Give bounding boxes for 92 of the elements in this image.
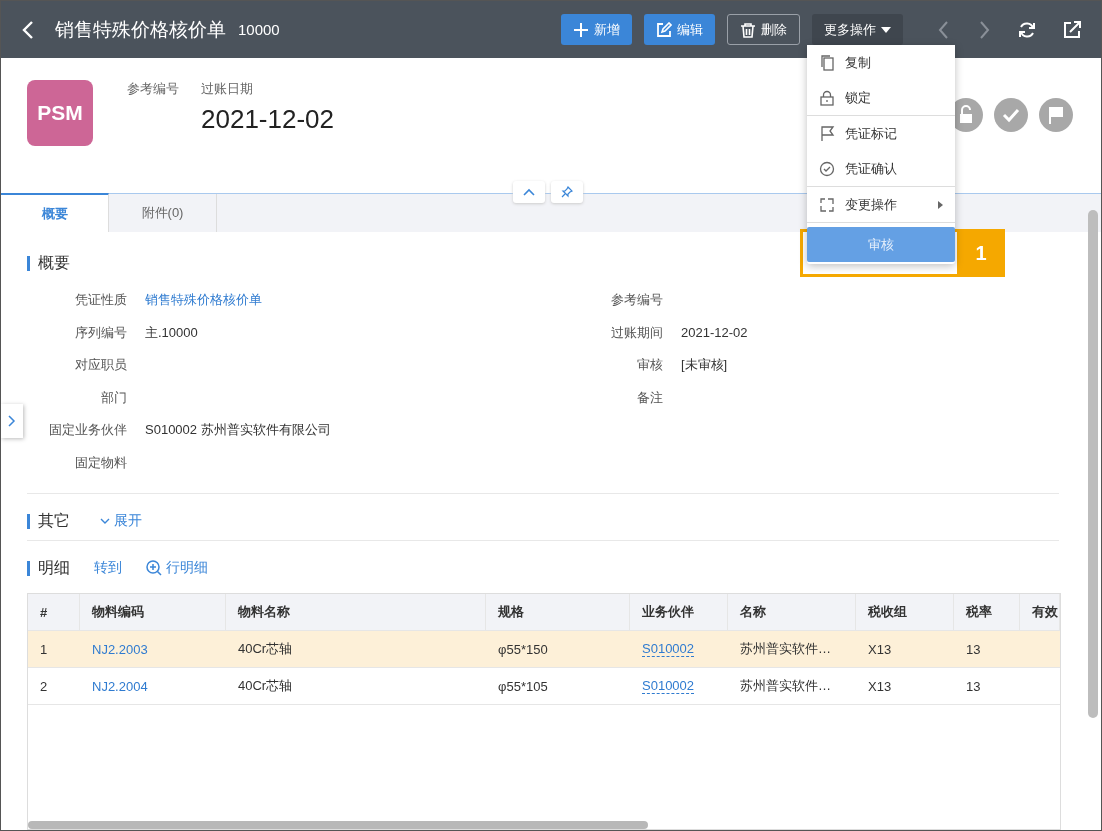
toolbar-button[interactable]: 编辑 <box>644 14 715 45</box>
table-cell: 苏州普实软件… <box>740 640 831 658</box>
field-label: 对应职员 <box>74 356 127 375</box>
column-header: 物料名称 <box>226 594 486 630</box>
tab[interactable]: 概要 <box>1 193 109 232</box>
field-value: 主.10000 <box>145 323 198 342</box>
field-value: S010002 苏州普实软件有限公司 <box>145 421 331 440</box>
table-cell: φ55*150 <box>498 641 548 657</box>
document-type-badge: PSM <box>27 80 93 146</box>
caret-icon <box>881 26 891 33</box>
table-cell: 40Cr芯轴 <box>238 640 293 658</box>
field-label: 参考编号 <box>610 291 663 310</box>
collapse-button[interactable] <box>513 181 545 203</box>
toolbar-button[interactable]: 删除 <box>727 14 800 45</box>
expand-link[interactable]: 展开 <box>100 512 142 530</box>
field-label: 部门 <box>100 388 127 407</box>
zoom-in-icon <box>146 560 162 576</box>
section-title: 明细 <box>38 557 70 578</box>
trash-icon <box>740 21 756 38</box>
expand-sidebar-button[interactable] <box>1 404 23 438</box>
table-cell: 40Cr芯轴 <box>238 677 293 695</box>
menu-item[interactable]: 锁定 <box>807 80 955 115</box>
section-title: 其它 <box>38 510 70 531</box>
chevron-right-icon <box>8 415 16 427</box>
table-cell: 苏州普实软件… <box>740 677 831 695</box>
menu-item[interactable]: 变更操作 <box>807 187 955 222</box>
menu-item[interactable]: 凭证标记 <box>807 116 955 151</box>
check-icon <box>819 160 835 177</box>
submenu-arrow-icon <box>938 200 943 209</box>
copy-icon <box>819 54 835 71</box>
column-header: 名称 <box>728 594 856 630</box>
field-label: 凭证性质 <box>74 291 127 310</box>
plus-icon <box>573 21 589 38</box>
field-label: 固定物料 <box>74 453 127 472</box>
table-cell: 13 <box>966 678 981 694</box>
table-cell: X13 <box>868 678 892 694</box>
horizontal-scrollbar[interactable] <box>28 821 648 829</box>
table-cell: φ55*105 <box>498 678 548 694</box>
column-header: 有效 <box>1020 594 1060 630</box>
table-cell: X13 <box>868 641 892 657</box>
document-number: 10000 <box>238 21 280 38</box>
row-detail-link[interactable]: 行明细 <box>146 559 208 577</box>
table-cell: 2 <box>40 678 48 694</box>
lock-icon <box>819 89 835 106</box>
callout-number: 1 <box>957 229 1005 277</box>
pin-icon <box>561 186 573 198</box>
menu-item[interactable]: 复制 <box>807 45 955 80</box>
pin-button[interactable] <box>551 181 583 203</box>
flag-icon <box>1039 98 1073 132</box>
menu-item[interactable]: 凭证确认 <box>807 151 955 186</box>
cell-link[interactable]: S010002 <box>642 641 695 657</box>
column-header: 税率 <box>954 594 1020 630</box>
chevron-up-icon <box>523 188 535 196</box>
back-icon[interactable] <box>21 18 35 41</box>
next-icon[interactable] <box>977 19 991 40</box>
field-label: 过账期间 <box>610 323 663 342</box>
edit-icon <box>656 21 672 38</box>
open-external-icon[interactable] <box>1063 20 1081 39</box>
table-cell: 1 <box>40 641 48 657</box>
menu-item[interactable]: 审核 <box>807 227 955 262</box>
field-value: [未审核] <box>681 356 728 375</box>
column-header: 物料编码 <box>80 594 226 630</box>
column-header: 业务伙伴 <box>630 594 728 630</box>
section-title: 概要 <box>38 252 70 273</box>
field-label: 序列编号 <box>74 323 127 342</box>
more-actions-button[interactable]: 更多操作 <box>812 14 903 45</box>
cell-link[interactable]: S010002 <box>642 678 695 694</box>
table-row[interactable]: 2 NJ2.2004 40Cr芯轴 φ55*105 S010002 苏州普实软件… X13 13 <box>28 668 1060 705</box>
cell-link[interactable]: NJ2.2003 <box>92 641 148 657</box>
field-label: 过账日期 <box>201 80 254 98</box>
field-label: 固定业务伙伴 <box>48 421 127 440</box>
field-link[interactable]: 销售特殊价格核价单 <box>145 291 262 310</box>
cell-link[interactable]: NJ2.2004 <box>92 678 148 694</box>
previous-icon[interactable] <box>937 19 951 40</box>
column-header: # <box>28 594 80 630</box>
posting-date: 2021-12-02 <box>201 104 334 135</box>
field-label: 参考编号 <box>127 80 179 98</box>
window-title: 销售特殊价格核价单 <box>55 17 226 42</box>
check-icon <box>994 98 1028 132</box>
column-header: 税收组 <box>856 594 954 630</box>
table-cell: 13 <box>966 641 981 657</box>
field-label: 审核 <box>636 356 663 375</box>
toolbar-button[interactable]: 新增 <box>561 14 632 45</box>
refresh-icon[interactable] <box>1017 19 1037 40</box>
goto-link[interactable]: 转到 <box>94 559 122 577</box>
flag-icon <box>819 125 835 142</box>
field-label: 备注 <box>636 388 663 407</box>
vertical-scrollbar[interactable] <box>1088 210 1098 718</box>
chevron-down-icon <box>100 518 110 524</box>
table-row[interactable]: 1 NJ2.2003 40Cr芯轴 φ55*150 S010002 苏州普实软件… X13 13 <box>28 631 1060 668</box>
field-value: 2021-12-02 <box>681 325 748 341</box>
column-header: 规格 <box>486 594 630 630</box>
